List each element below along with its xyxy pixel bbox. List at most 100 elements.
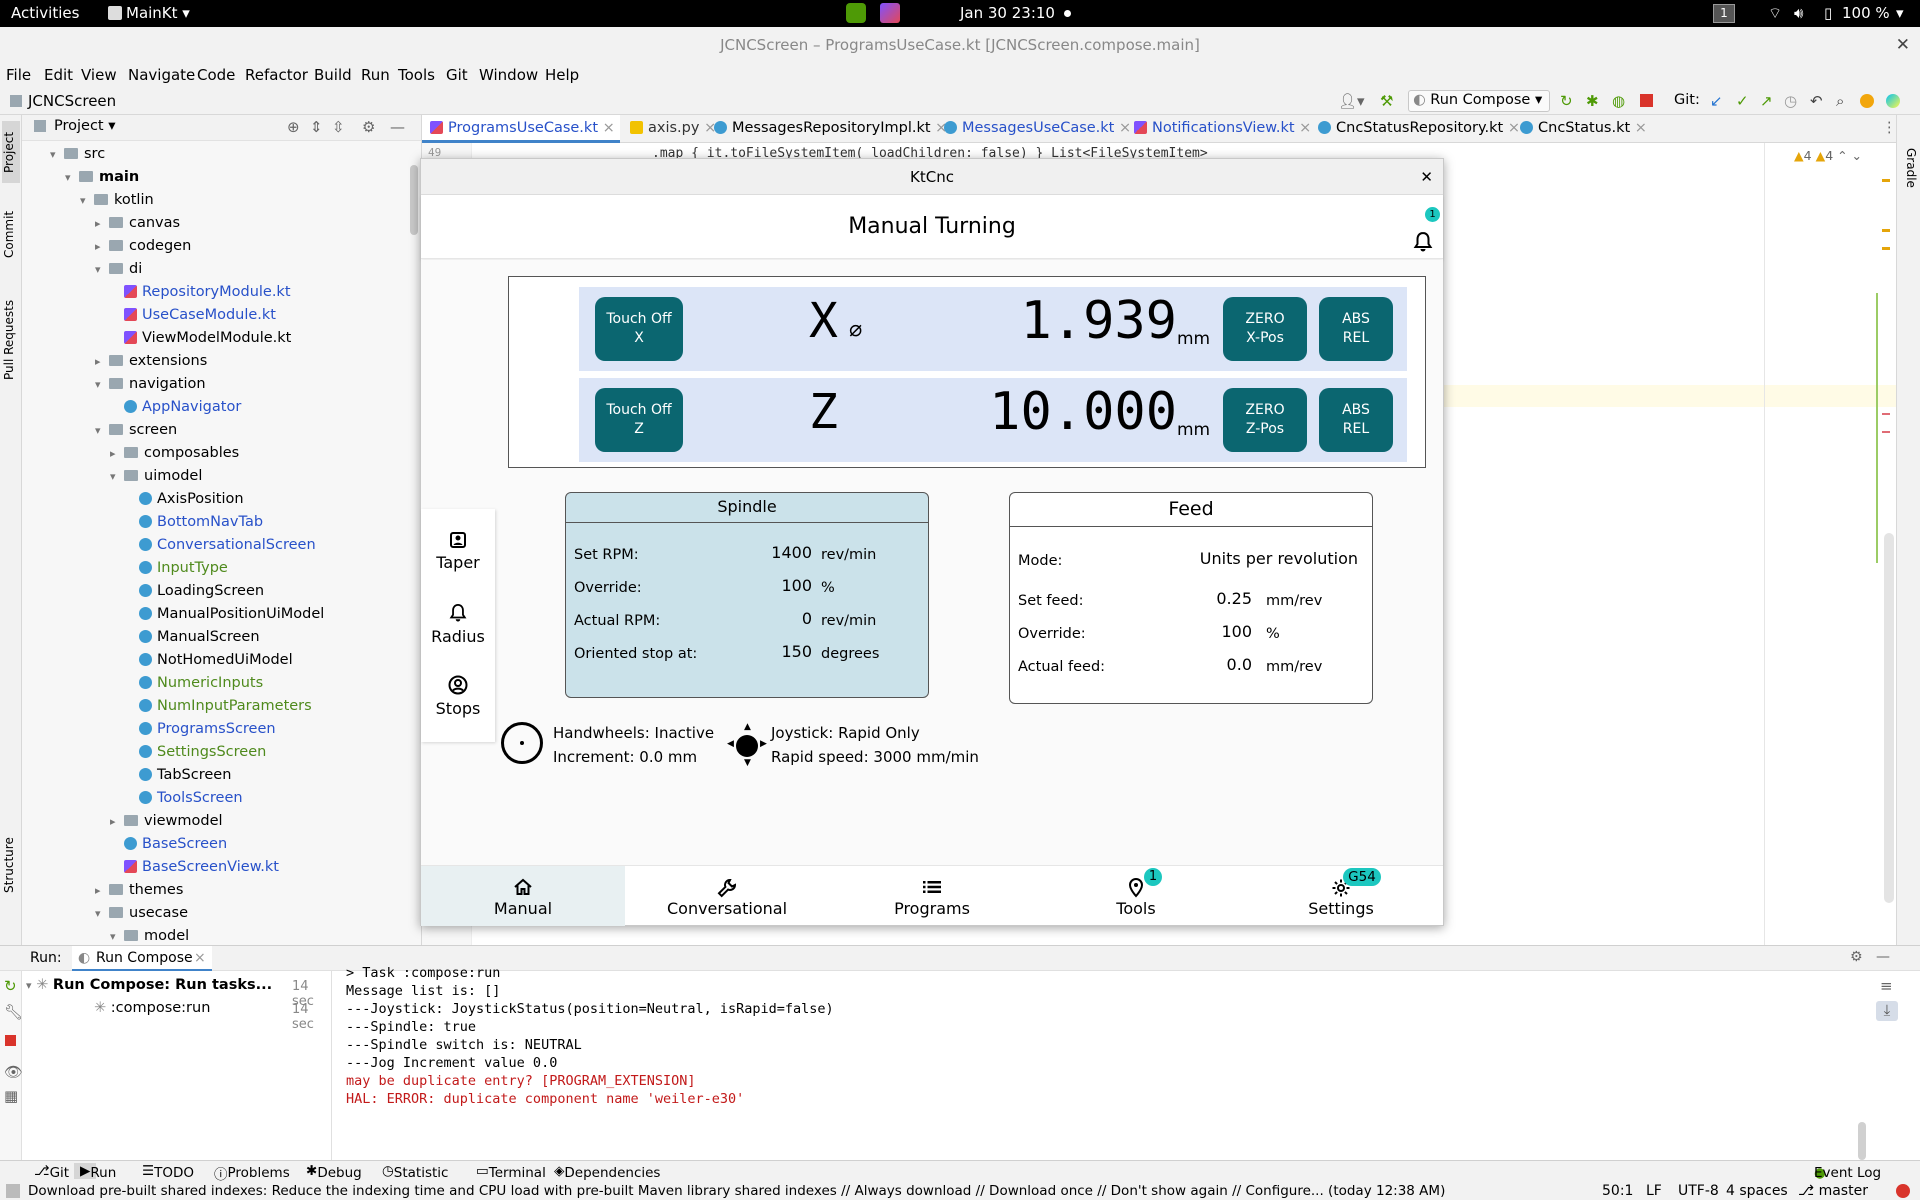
tab-cncstatus[interactable]: CncStatus.kt × [1520,120,1647,136]
tree-item[interactable]: TabScreen [125,764,231,787]
gear-icon[interactable]: ⚙ [362,118,375,136]
rerun-icon[interactable]: ↻ [4,977,17,995]
notifications-button[interactable]: 1 [1413,207,1440,252]
intellij-tray-icon[interactable] [880,3,900,23]
chevron-right-icon[interactable]: ▸ [110,810,124,833]
menu-navigate[interactable]: Navigate [128,66,195,84]
tree-item[interactable]: ▸ extensions [95,350,207,373]
tree-item[interactable]: ▾ kotlin [80,189,154,212]
tree-item[interactable]: ManualScreen [125,626,260,649]
run-tab[interactable]: ◐ Run Compose × [72,946,212,971]
rollback-icon[interactable]: ↶ [1810,92,1823,110]
tree-item[interactable]: ▾ uimodel [110,465,202,488]
menu-edit[interactable]: Edit [44,66,73,84]
tree-item[interactable]: UseCaseModule.kt [110,304,276,327]
nav-tab-manual[interactable]: Manual [421,866,625,926]
close-icon[interactable]: × [194,950,206,966]
axis-value-z[interactable]: 10.000 [989,382,1177,442]
problems-tool-button[interactable]: ⓘ Problems [214,1163,290,1183]
locate-icon[interactable]: ⊕ [287,118,300,136]
nav-tab-programs[interactable]: Programs [830,866,1034,926]
tree-item[interactable]: ▸ viewmodel [110,810,223,833]
row-value[interactable]: 0.0 [1227,655,1252,674]
task-child[interactable]: ✳ :compose:run [94,1000,210,1016]
console-output[interactable]: > Task :compose:run Message list is: [] --… [340,965,1860,1161]
menu-run[interactable]: Run [361,66,390,84]
tree-item[interactable]: NumericInputs [125,672,263,695]
tree-item[interactable]: AxisPosition [125,488,244,511]
git-history-icon[interactable]: ◷ [1784,92,1797,110]
jetbrains-logo-icon[interactable] [1886,94,1900,108]
tree-item[interactable]: ▸ themes [95,879,183,902]
line-separator[interactable]: LF [1646,1182,1662,1200]
error-stripe-mark[interactable] [1882,229,1890,232]
zero-x-button[interactable]: ZERO X-Pos [1223,297,1307,361]
search-icon[interactable]: ⌕ [1836,92,1844,110]
power-menu-icon[interactable]: ▾ [1896,4,1904,22]
more-tabs-icon[interactable]: ⋮ [1882,120,1897,136]
tree-item[interactable]: ▾ src [50,143,105,166]
commit-tool-button[interactable]: Commit [2,201,20,267]
error-stripe-mark[interactable] [1882,247,1890,250]
git-branch[interactable]: ⎇ master [1798,1182,1868,1200]
row-value[interactable]: 1400 [771,543,812,562]
chevron-right-icon[interactable]: ▸ [95,235,109,258]
error-stripe-mark[interactable] [1882,431,1890,433]
debug-icon[interactable]: ✱ [1586,92,1599,110]
collapse-all-icon[interactable]: ⇳ [332,118,345,136]
eye-icon[interactable]: 👁︎ [4,1063,23,1081]
clock[interactable]: Jan 30 23:10 [960,4,1055,22]
tree-item[interactable]: LoadingScreen [125,580,264,603]
tab-cncstatusrepository[interactable]: CncStatusRepository.kt × [1318,120,1520,136]
terminal-tool-button[interactable]: ▭ Terminal [476,1163,546,1181]
hide-icon[interactable]: — [1876,949,1890,965]
chevron-down-icon[interactable]: ▾ [50,143,64,166]
layout-icon[interactable]: ▦ [4,1087,18,1105]
menu-view[interactable]: View [81,66,117,84]
chevron-down-icon[interactable]: ▾ [65,166,79,189]
tab-programsusecase[interactable]: ProgramsUseCase.kt × [430,120,615,136]
error-stripe-mark[interactable] [1882,413,1890,415]
gradle-tool-button[interactable]: Gradle [1900,139,1918,197]
touch-off-x-button[interactable]: Touch Off X [595,297,683,361]
updates-icon[interactable] [1860,94,1874,108]
chevron-right-icon[interactable]: ▸ [110,442,124,465]
menu-refactor[interactable]: Refactor [245,66,308,84]
tree-item[interactable]: ▾ model [110,925,189,945]
nav-tab-conversational[interactable]: Conversational [625,866,829,926]
stop-icon[interactable] [5,1035,16,1046]
chevron-down-icon[interactable]: ▾ [95,373,109,396]
pull-requests-tool-button[interactable]: Pull Requests [2,281,20,399]
caret-position[interactable]: 50:1 [1602,1182,1633,1200]
tree-item[interactable]: RepositoryModule.kt [110,281,291,304]
tree-item[interactable]: ▾ navigation [95,373,206,396]
side-nav-stops[interactable]: Stops [421,675,495,718]
gear-icon[interactable]: ⚙ [1850,949,1863,965]
tree-item[interactable]: ViewModelModule.kt [110,327,291,350]
tree-item[interactable]: NumInputParameters [125,695,312,718]
git-update-icon[interactable]: ↙ [1710,92,1723,110]
chevron-right-icon[interactable]: ▸ [95,879,109,902]
hide-icon[interactable]: — [390,118,405,136]
nav-tab-tools[interactable]: 1 Tools [1034,866,1238,926]
chevron-down-icon[interactable]: ▾ [95,258,109,281]
chevron-right-icon[interactable]: ▸ [95,212,109,235]
error-indicator-icon[interactable] [1896,1184,1910,1198]
chevron-down-icon[interactable]: ▾ [110,925,124,945]
menu-build[interactable]: Build [314,66,352,84]
task-root[interactable]: ▾ ✳ Run Compose: Run tasks... [26,977,272,993]
debug-tool-button[interactable]: ✱ Debug [306,1163,362,1181]
close-icon[interactable]: ✕ [1420,159,1433,195]
feed-card[interactable]: Feed Mode: Units per revolution Set feed… [1009,492,1373,704]
workspace-indicator[interactable]: 1 [1713,4,1735,23]
touch-off-z-button[interactable]: Touch Off Z [595,388,683,452]
git-tool-button[interactable]: ⎇ Git [34,1163,69,1181]
side-nav-radius[interactable]: Radius [421,603,495,646]
tree-item[interactable]: ManualPositionUiModel [125,603,324,626]
tree-item[interactable]: BottomNavTab [125,511,263,534]
project-tool-button[interactable]: Project [2,121,20,183]
tree-item[interactable]: SettingsScreen [125,741,266,764]
inspection-widget[interactable]: ▲4 ▲4 ⌃ ⌄ [1794,148,1862,163]
zero-z-button[interactable]: ZERO Z-Pos [1223,388,1307,452]
breadcrumb-project[interactable]: JCNCScreen [28,92,116,110]
